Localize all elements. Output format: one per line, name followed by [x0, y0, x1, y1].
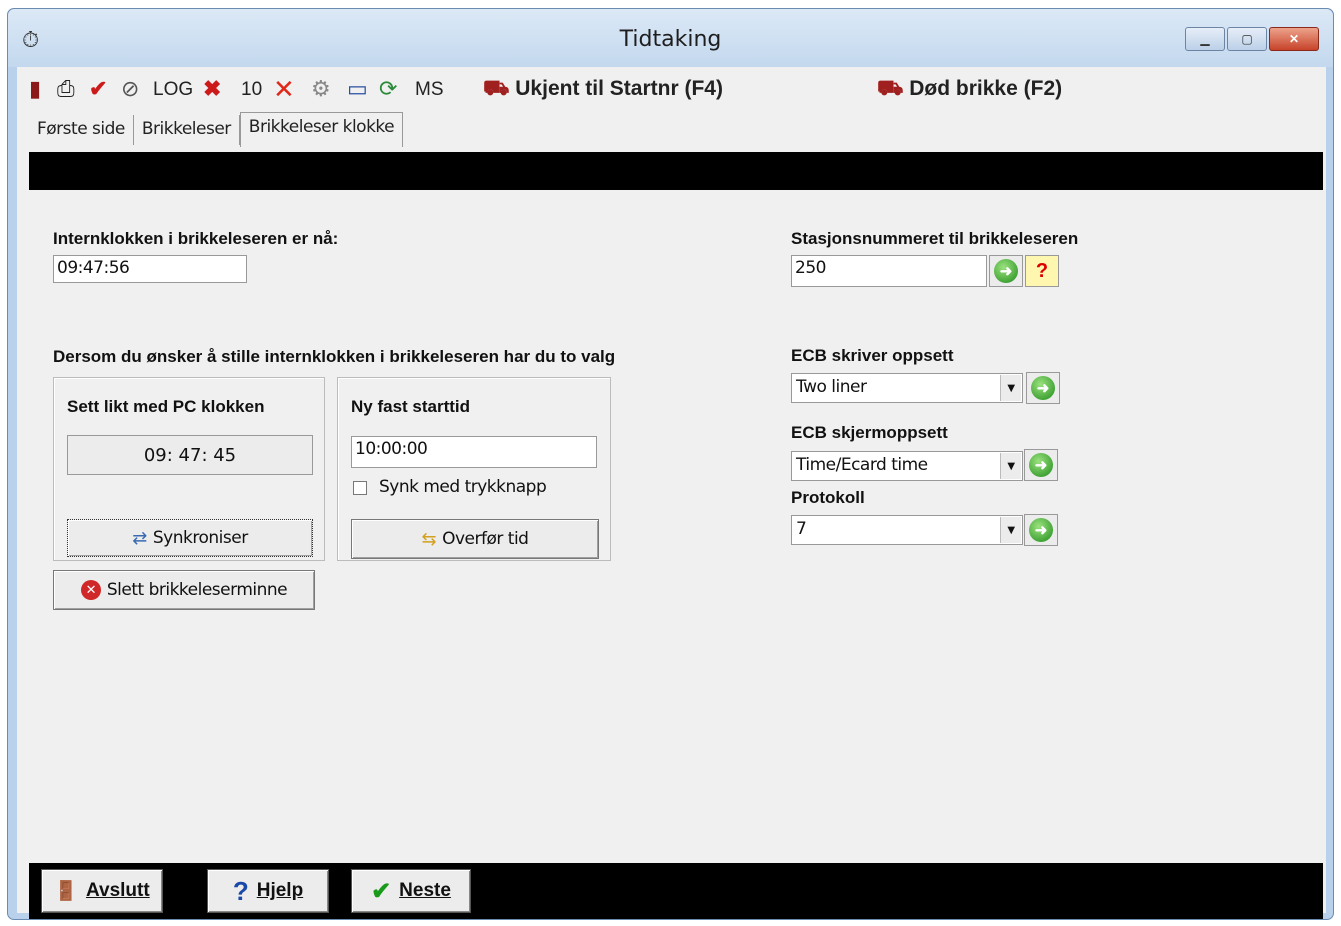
title-bar: ⏱ Tidtaking ▁ ▢ ✕ [8, 9, 1333, 67]
station-number-field[interactable]: 250 [791, 255, 987, 287]
choice-heading: Dersom du ønsker å stille internklokken … [53, 347, 616, 366]
go-arrow-icon: ➜ [1031, 376, 1055, 400]
ecb-screen-select[interactable]: Time/Ecard time ▼ [791, 451, 1023, 481]
protocol-value: 7 [796, 519, 807, 539]
exit-label: Avslutt [85, 880, 150, 901]
ecb-screen-go-button[interactable]: ➜ [1024, 449, 1058, 481]
delete-memory-label: Slett brikkeleserminne [106, 580, 288, 600]
station-label: Stasjonsnummeret til brikkeleseren [791, 229, 1079, 248]
clock-label: Internklokken i brikkeleseren er nå: [53, 229, 339, 248]
tab-brikkeleser[interactable]: Brikkeleser [134, 115, 240, 145]
checkmark-icon[interactable]: ✔ [89, 75, 107, 103]
app-window: ⏱ Tidtaking ▁ ▢ ✕ ▮ ⎙ ✔ ⊘ LOG ✖ 10 ✕ ⚙ ▭… [7, 8, 1334, 920]
delete-memory-button[interactable]: ✕ Slett brikkeleserminne [53, 570, 315, 610]
error-icon: ✕ [80, 580, 101, 600]
help-button[interactable]: ? Hjelp [207, 869, 329, 913]
transfer-button-label: Overfør tid [442, 529, 529, 549]
question-icon: ? [232, 875, 249, 906]
chevron-down-icon: ▼ [1000, 375, 1021, 401]
tab-forste-side[interactable]: Første side [29, 115, 134, 145]
ms-button[interactable]: MS [415, 79, 444, 101]
protocol-go-button[interactable]: ➜ [1024, 514, 1058, 546]
close-button[interactable]: ✕ [1269, 27, 1319, 51]
exit-button[interactable]: 🚪 Avslutt [41, 869, 163, 913]
help-label: Hjelp [256, 880, 304, 901]
transfer-icon: ⇆ [421, 528, 437, 550]
client-area: ▮ ⎙ ✔ ⊘ LOG ✖ 10 ✕ ⚙ ▭ ⟳ MS ⛟ Ukjent til… [17, 67, 1326, 919]
question-icon: ? [1035, 259, 1049, 282]
ten-button[interactable]: 10 [241, 79, 262, 101]
clock-value-field[interactable]: 09:47:56 [53, 255, 247, 283]
minimize-button[interactable]: ▁ [1185, 27, 1225, 51]
next-button[interactable]: ✔ Neste [351, 869, 471, 913]
go-arrow-icon: ➜ [994, 259, 1018, 283]
pc-panel-title: Sett likt med PC klokken [67, 397, 265, 416]
sync-pushbutton-checkbox[interactable] [353, 481, 367, 495]
header-bar [29, 152, 1323, 190]
protocol-label: Protokoll [791, 488, 865, 507]
go-arrow-icon: ➜ [1029, 518, 1053, 542]
pc-time-display: 09: 47: 45 [67, 435, 313, 475]
door-exit-icon: 🚪 [54, 881, 78, 902]
tractor-icon: ⛟ [877, 77, 904, 100]
start-time-field[interactable]: 10:00:00 [351, 436, 597, 468]
cancel-icon[interactable]: ⊘ [121, 75, 139, 103]
sync-pushbutton-label: Synk med trykknapp [379, 477, 547, 497]
sync-icon: ⇄ [132, 527, 147, 549]
dead-card-button[interactable]: ⛟ Død brikke (F2) [877, 77, 1062, 103]
ecb-printer-label: ECB skriver oppsett [791, 346, 954, 365]
ecb-screen-value: Time/Ecard time [796, 455, 928, 475]
unknown-startnr-label: Ukjent til Startnr (F4) [515, 77, 723, 100]
ecb-printer-select[interactable]: Two liner ▼ [791, 373, 1023, 403]
log-button[interactable]: LOG [153, 79, 193, 101]
go-arrow-icon: ➜ [1029, 453, 1053, 477]
station-go-button[interactable]: ➜ [989, 255, 1023, 287]
tab-brikkeleser-klokke[interactable]: Brikkeleser klokke [239, 112, 404, 147]
ecb-printer-go-button[interactable]: ➜ [1026, 372, 1060, 404]
maximize-button[interactable]: ▢ [1227, 27, 1267, 51]
unknown-startnr-button[interactable]: ⛟ Ukjent til Startnr (F4) [483, 77, 723, 103]
keyboard-icon[interactable]: ▭ [347, 75, 368, 103]
refresh-icon[interactable]: ⟳ [379, 75, 397, 103]
help-question-button[interactable]: ? [1025, 255, 1059, 287]
window-title: Tidtaking [619, 27, 722, 52]
sync-button[interactable]: ⇄ Synkroniser [67, 519, 313, 557]
red-x-icon[interactable]: ✕ [273, 75, 295, 103]
transfer-time-button[interactable]: ⇆ Overfør tid [351, 519, 599, 559]
chevron-down-icon: ▼ [1000, 517, 1021, 543]
delete-x-icon[interactable]: ✖ [203, 75, 221, 103]
dead-card-label: Død brikke (F2) [909, 77, 1063, 100]
checkmark-icon: ✔ [371, 877, 392, 905]
toolbar: ▮ ⎙ ✔ ⊘ LOG ✖ 10 ✕ ⚙ ▭ ⟳ MS ⛟ Ukjent til… [17, 67, 1326, 113]
sync-button-label: Synkroniser [152, 528, 248, 548]
card-reader-icon[interactable]: ▮ [29, 75, 41, 103]
fixed-panel-title: Ny fast starttid [351, 397, 471, 416]
tab-strip: Første side Brikkeleser Brikkeleser klok… [29, 109, 404, 147]
tractor-icon: ⛟ [483, 77, 510, 100]
next-label: Neste [399, 880, 451, 901]
protocol-select[interactable]: 7 ▼ [791, 515, 1023, 545]
ecb-screen-label: ECB skjermoppsett [791, 423, 948, 442]
chevron-down-icon: ▼ [1000, 453, 1021, 479]
printer-icon[interactable]: ⎙ [57, 75, 75, 103]
ecb-printer-value: Two liner [796, 377, 867, 397]
gear-icon[interactable]: ⚙ [311, 75, 331, 103]
